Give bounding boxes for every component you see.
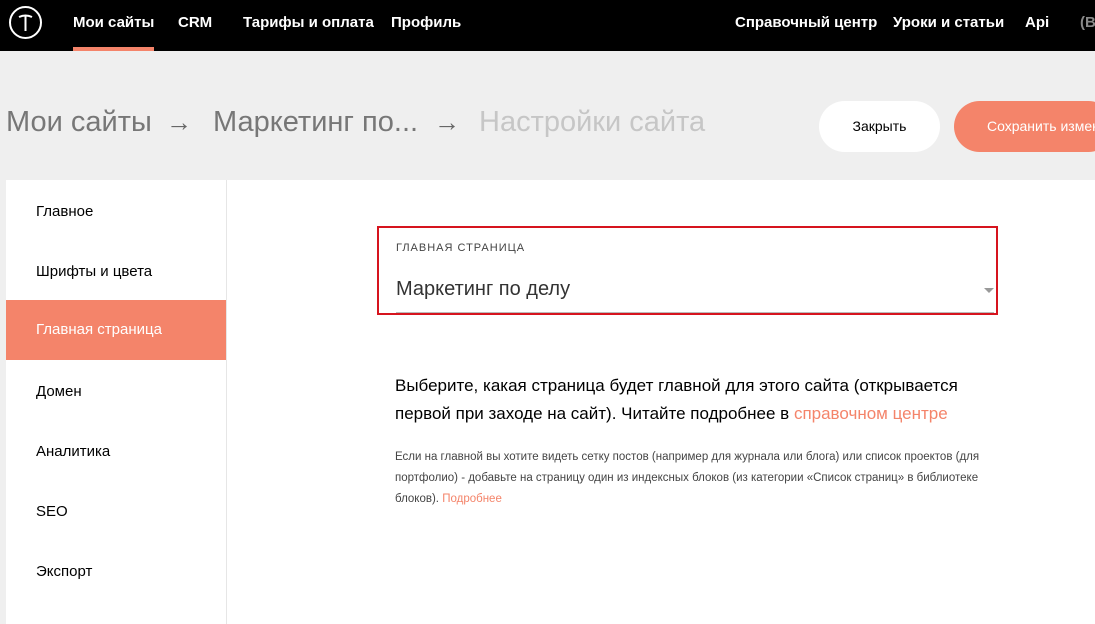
nav-api[interactable]: Api — [1025, 14, 1049, 31]
sidebar-item-seo[interactable]: SEO — [6, 482, 226, 542]
sidebar-item-domain[interactable]: Домен — [6, 362, 226, 422]
settings-sidebar: Главное Шрифты и цвета Главная страница … — [6, 180, 227, 624]
sidebar-item-analytics[interactable]: Аналитика — [6, 422, 226, 482]
tilda-logo-icon[interactable] — [9, 6, 42, 39]
help-center-link[interactable]: справочном центре — [794, 404, 948, 423]
sidebar-item-export[interactable]: Экспорт — [6, 542, 226, 602]
more-link[interactable]: Подробнее — [442, 493, 502, 505]
nav-tariffs[interactable]: Тарифы и оплата — [243, 14, 374, 31]
settings-content: ГЛАВНАЯ СТРАНИЦА Маркетинг по делу Выбер… — [227, 180, 1095, 624]
nav-help-center[interactable]: Справочный центр — [735, 14, 877, 31]
breadcrumb-arrow-icon: → — [166, 107, 192, 137]
breadcrumb-arrow-icon: → — [434, 107, 460, 137]
chevron-down-icon[interactable] — [984, 288, 994, 293]
breadcrumb-site[interactable]: Маркетинг по... — [213, 106, 418, 139]
breadcrumb-current: Настройки сайта — [479, 106, 706, 138]
top-navbar: Мои сайты CRM Тарифы и оплата Профиль Сп… — [0, 0, 1095, 51]
save-button[interactable]: Сохранить изменения — [954, 101, 1095, 152]
home-page-select-highlight: ГЛАВНАЯ СТРАНИЦА Маркетинг по делу — [377, 226, 998, 315]
sidebar-item-main[interactable]: Главное — [6, 182, 226, 242]
sidebar-item-home-page[interactable]: Главная страница — [6, 300, 226, 360]
close-button[interactable]: Закрыть — [819, 101, 940, 152]
index-blocks-note: Если на главной вы хотите видеть сетку п… — [395, 451, 980, 505]
sidebar-item-fonts-colors[interactable]: Шрифты и цвета — [6, 242, 226, 302]
home-page-select[interactable]: Маркетинг по делу — [396, 278, 570, 301]
nav-truncated-item[interactable]: (B — [1080, 14, 1095, 31]
breadcrumb-my-sites[interactable]: Мои сайты — [6, 106, 152, 139]
home-page-description: Выберите, какая страница будет главной д… — [395, 376, 958, 423]
home-page-label: ГЛАВНАЯ СТРАНИЦА — [396, 242, 526, 254]
nav-lessons[interactable]: Уроки и статьи — [893, 14, 1004, 31]
select-underline — [396, 312, 994, 313]
nav-profile[interactable]: Профиль — [391, 14, 461, 31]
nav-crm[interactable]: CRM — [178, 14, 212, 31]
nav-my-sites[interactable]: Мои сайты — [73, 14, 155, 51]
